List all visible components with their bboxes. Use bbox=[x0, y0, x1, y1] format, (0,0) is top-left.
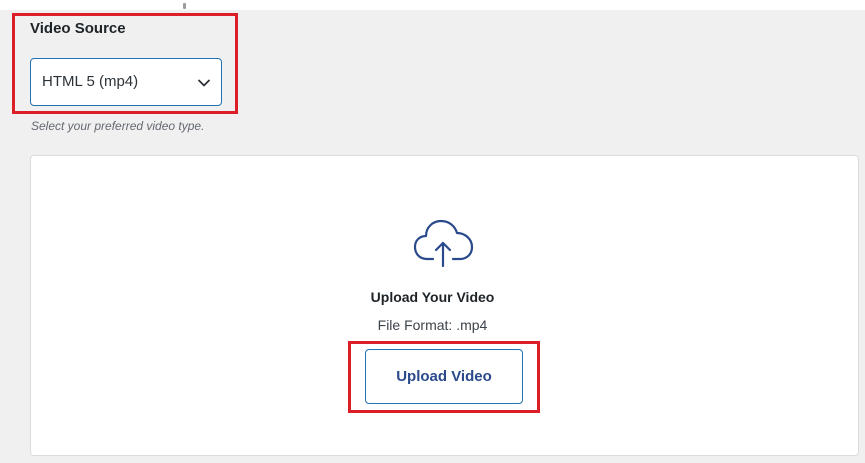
clipped-fragment bbox=[183, 3, 186, 9]
cloud-upload-icon bbox=[413, 219, 474, 268]
upload-title: Upload Your Video bbox=[370, 289, 495, 305]
file-format-text: File Format: .mp4 bbox=[377, 317, 488, 333]
video-source-help-text: Select your preferred video type. bbox=[31, 119, 205, 133]
video-source-selected-value: HTML 5 (mp4) bbox=[42, 73, 139, 90]
video-source-label: Video Source bbox=[30, 20, 126, 37]
video-source-select[interactable]: HTML 5 (mp4) bbox=[30, 58, 222, 106]
chevron-down-icon bbox=[198, 79, 210, 87]
upload-video-button[interactable]: Upload Video bbox=[365, 349, 523, 404]
